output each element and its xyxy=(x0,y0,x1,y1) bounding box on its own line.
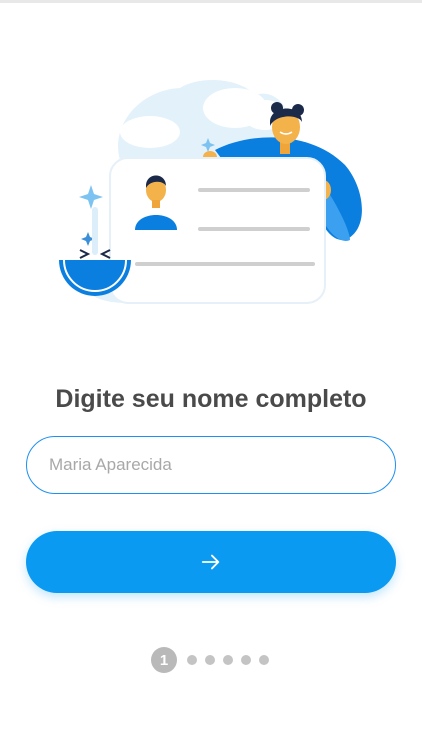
arrow-right-icon xyxy=(201,554,220,570)
step-dot xyxy=(223,655,233,665)
step-indicator: 1 xyxy=(0,647,421,673)
top-divider xyxy=(0,0,422,3)
step-dot xyxy=(205,655,215,665)
page-title: Digite seu nome completo xyxy=(55,385,367,413)
id-card xyxy=(109,157,326,304)
step-dot xyxy=(259,655,269,665)
step-indicator-active: 1 xyxy=(151,647,177,673)
step-dot xyxy=(241,655,251,665)
full-name-input[interactable] xyxy=(26,436,396,494)
id-card-illustration xyxy=(59,79,362,304)
step-dot xyxy=(187,655,197,665)
next-button[interactable] xyxy=(26,531,396,593)
